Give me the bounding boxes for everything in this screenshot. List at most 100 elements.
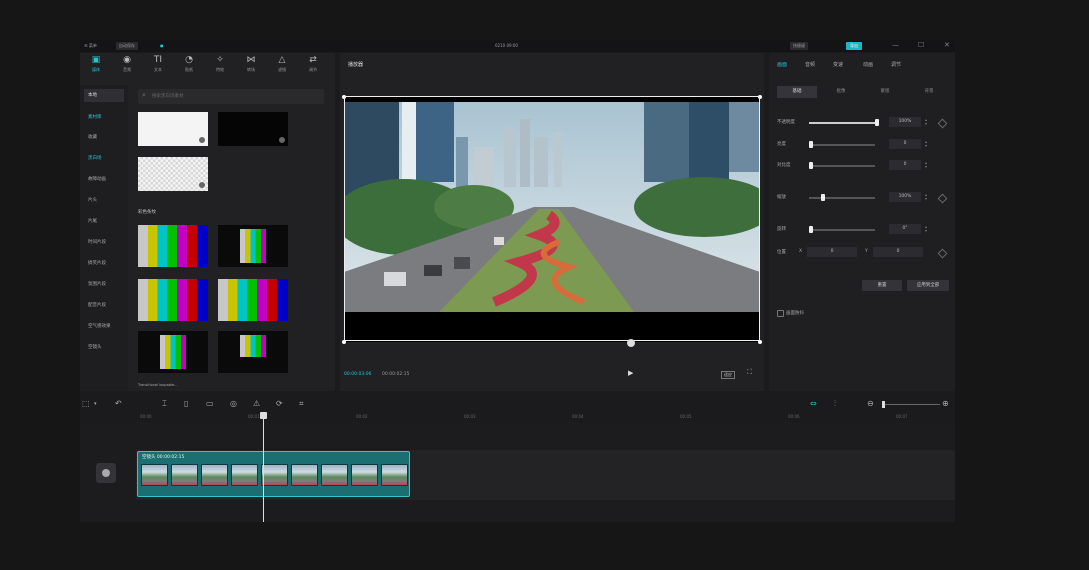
timeline-ruler[interactable]: 00:00 00:01 00:02 00:03 00:04 00:05 00:0… — [80, 413, 955, 423]
video-preview[interactable] — [342, 95, 762, 344]
tab-adjust[interactable]: 调节 — [891, 61, 901, 68]
tool-filter[interactable]: △ 滤镜 — [269, 55, 295, 79]
minimize-button[interactable]: — — [892, 41, 899, 49]
category-black-white[interactable]: 黑白场 — [84, 152, 124, 165]
category-time[interactable]: 时间片段 — [84, 236, 124, 249]
rotation-value[interactable]: 0° — [889, 224, 921, 234]
resize-handle[interactable] — [758, 340, 762, 344]
contrast-value[interactable]: 0 — [889, 160, 921, 170]
scale-value[interactable]: 100% — [889, 192, 921, 202]
category-funny[interactable]: 搞笑片段 — [84, 257, 124, 270]
opacity-value[interactable]: 100% — [889, 117, 921, 127]
resize-handle[interactable] — [342, 340, 346, 344]
resize-handle[interactable] — [758, 95, 762, 99]
resize-handle[interactable] — [342, 95, 346, 99]
tool-audio[interactable]: ◉ 音频 — [114, 55, 140, 79]
stepper-icon[interactable]: ▴ ▾ — [925, 161, 927, 169]
tab-picture[interactable]: 画面 — [777, 61, 787, 68]
stepper-icon[interactable]: ▴ ▾ — [925, 140, 927, 148]
freeze-icon[interactable]: ▭ — [206, 399, 214, 408]
cover-button[interactable] — [96, 463, 116, 483]
slider-knob[interactable] — [821, 194, 825, 201]
download-icon[interactable] — [199, 137, 205, 143]
brightness-slider[interactable] — [809, 141, 875, 148]
category-empty-shot[interactable]: 空镜头 — [84, 341, 124, 354]
ratio-button[interactable]: 适应 — [721, 371, 735, 379]
keyframe-icon[interactable] — [937, 118, 948, 129]
category-dubbing[interactable]: 配音片段 — [84, 299, 124, 312]
category-favorites[interactable]: 收藏 — [84, 131, 124, 144]
zoom-out-icon[interactable]: ⊖ — [867, 399, 874, 408]
download-icon[interactable] — [199, 182, 205, 188]
video-clip[interactable]: 空镜头 00:00:02:15 — [137, 451, 410, 497]
link-icon[interactable]: ⇔ — [810, 399, 817, 408]
export-button[interactable]: 导出 — [846, 42, 862, 50]
position-x-field[interactable]: 0 — [807, 247, 857, 257]
tool-text[interactable]: TI 文本 — [145, 55, 171, 79]
play-icon[interactable]: ▶ — [628, 369, 633, 377]
slider-knob[interactable] — [875, 119, 879, 126]
tab-audio[interactable]: 音频 — [805, 61, 815, 68]
download-icon[interactable] — [279, 137, 285, 143]
media-thumb-colorbars-2[interactable] — [218, 225, 288, 267]
apply-all-button[interactable]: 应用到全部 — [907, 280, 949, 291]
tool-transition[interactable]: ⋈ 转场 — [238, 55, 264, 79]
tool-sticker[interactable]: ◔ 贴纸 — [176, 55, 202, 79]
split-icon[interactable]: ⌶ — [162, 399, 167, 409]
rotate-handle-icon[interactable] — [627, 339, 635, 347]
media-thumb-colorbars-1[interactable] — [138, 225, 208, 267]
opacity-slider[interactable] — [809, 119, 879, 126]
category-atmosphere[interactable]: 氛围片段 — [84, 278, 124, 291]
slider-knob[interactable] — [809, 226, 813, 233]
subtab-basic[interactable]: 基础 — [777, 86, 817, 98]
media-thumb-colorbars-6[interactable] — [218, 331, 288, 373]
category-glitch[interactable]: 故障动画 — [84, 173, 124, 186]
delete-icon[interactable]: ▯ — [184, 399, 188, 408]
chevron-down-icon[interactable]: ▾ — [94, 401, 97, 407]
category-library[interactable]: 素材库 — [84, 111, 124, 124]
select-tool-icon[interactable]: ⬚ — [82, 399, 90, 408]
stepper-icon[interactable]: ▴ ▾ — [925, 118, 927, 126]
zoom-in-icon[interactable]: ⊕ — [942, 399, 949, 408]
record-icon[interactable]: ◎ — [230, 399, 237, 408]
stepper-icon[interactable]: ▴ ▾ — [925, 225, 927, 233]
media-thumb-colorbars-5[interactable] — [138, 331, 208, 373]
category-intro[interactable]: 片头 — [84, 194, 124, 207]
category-local[interactable]: 本地 — [84, 89, 124, 102]
menu-button[interactable]: ☰ 菜单 — [84, 42, 97, 50]
playhead[interactable] — [263, 413, 264, 522]
shortcut-button[interactable]: 快捷键 — [790, 42, 808, 50]
category-air[interactable]: 空气感效果 — [84, 320, 124, 333]
crop-icon[interactable]: ⌗ — [299, 399, 304, 409]
stabilize-checkbox[interactable] — [777, 310, 784, 317]
contrast-slider[interactable] — [809, 162, 875, 169]
zoom-knob[interactable] — [882, 401, 885, 408]
stepper-icon[interactable]: ▴ ▾ — [925, 193, 927, 201]
category-outro[interactable]: 片尾 — [84, 215, 124, 228]
media-thumb-white[interactable] — [138, 112, 208, 146]
reset-button[interactable]: 重置 — [862, 280, 902, 291]
media-thumb-colorbars-4[interactable] — [218, 279, 288, 321]
fullscreen-icon[interactable]: ⛶ — [747, 368, 752, 377]
media-thumb-colorbars-3[interactable] — [138, 279, 208, 321]
undo-icon[interactable]: ↶ — [115, 399, 122, 408]
media-thumb-transparent[interactable] — [138, 157, 208, 191]
search-input[interactable]: ⌕ 搜索黑白场素材 — [138, 89, 324, 104]
warning-icon[interactable]: ⚠ — [253, 399, 260, 408]
zoom-slider[interactable] — [882, 401, 940, 408]
snap-icon[interactable]: ⫶ — [834, 399, 836, 409]
subtab-mask[interactable]: 蒙版 — [865, 86, 905, 98]
rotation-slider[interactable] — [809, 226, 875, 233]
brightness-value[interactable]: 0 — [889, 139, 921, 149]
subtab-background[interactable]: 背景 — [909, 86, 949, 98]
tool-effects[interactable]: ✧ 特效 — [207, 55, 233, 79]
position-y-field[interactable]: 0 — [873, 247, 923, 257]
tool-media[interactable]: ▣ 媒体 — [83, 55, 109, 79]
scale-slider[interactable] — [809, 194, 875, 201]
tool-adjust[interactable]: ⇄ 调节 — [300, 55, 326, 79]
keyframe-icon[interactable] — [937, 248, 948, 259]
subtab-cutout[interactable]: 抠像 — [821, 86, 861, 98]
maximize-button[interactable]: ☐ — [918, 41, 924, 49]
tab-speed[interactable]: 变速 — [833, 61, 843, 68]
keyframe-icon[interactable] — [937, 193, 948, 204]
